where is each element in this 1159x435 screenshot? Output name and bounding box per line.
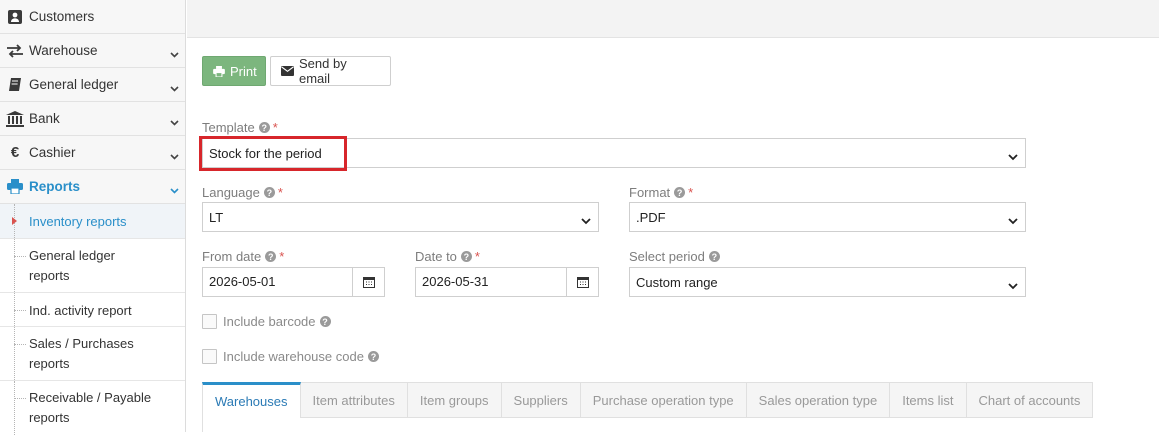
include-barcode-label: Include barcode: [223, 314, 316, 329]
tab-suppliers[interactable]: Suppliers: [501, 382, 581, 418]
required-marker: *: [688, 185, 694, 200]
sidebar-item-label: Bank: [29, 111, 60, 126]
sidebar-subitem-label: General ledger reports: [29, 248, 115, 283]
help-icon[interactable]: ?: [460, 251, 472, 262]
print-button[interactable]: Print: [202, 56, 266, 86]
printer-icon: [5, 178, 25, 196]
sidebar-item-label: General ledger: [29, 77, 119, 92]
from-date-input[interactable]: 2026-05-01: [202, 267, 385, 297]
user-card-icon: [5, 8, 25, 26]
format-select[interactable]: .PDF: [629, 202, 1026, 232]
required-marker: *: [279, 249, 285, 264]
calendar-icon[interactable]: [566, 268, 598, 296]
printer-icon: [213, 65, 225, 77]
chevron-down-icon: [1008, 149, 1018, 164]
highlight-box: [199, 136, 347, 171]
checkbox-box[interactable]: [202, 314, 217, 329]
sidebar-item-label: Customers: [29, 9, 95, 24]
template-label: Template ? *: [202, 120, 278, 135]
required-marker: *: [277, 185, 283, 200]
envelope-icon: [281, 66, 294, 76]
sidebar-subitem-receivable-payable-reports[interactable]: Receivable / Payable reports: [0, 381, 185, 435]
help-icon[interactable]: ?: [258, 122, 270, 133]
send-by-email-label: Send by email: [299, 56, 347, 86]
required-marker: *: [474, 249, 480, 264]
help-icon[interactable]: ?: [674, 187, 686, 198]
sidebar-subitem-sales-purchases-reports[interactable]: Sales / Purchases reports: [0, 327, 185, 381]
sidebar-subitem-inventory-reports[interactable]: Inventory reports: [0, 204, 185, 239]
select-period-value: Custom range: [636, 274, 718, 290]
tab-chart-of-accounts[interactable]: Chart of accounts: [966, 382, 1094, 418]
filter-tabs: Warehouses Item attributes Item groups S…: [202, 382, 1094, 418]
checkbox-box[interactable]: [202, 349, 217, 364]
sidebar-item-label: Warehouse: [29, 43, 98, 58]
tab-item-attributes[interactable]: Item attributes: [300, 382, 408, 418]
format-value: .PDF: [636, 209, 666, 225]
include-warehouse-code-checkbox[interactable]: Include warehouse code ?: [202, 349, 379, 364]
sidebar-subitem-ind-activity-report[interactable]: Ind. activity report: [0, 293, 185, 327]
tab-sales-operation-type[interactable]: Sales operation type: [746, 382, 891, 418]
chevron-down-icon: [170, 182, 179, 197]
from-date-label: From date ? *: [202, 249, 285, 264]
bank-icon: [5, 110, 25, 128]
help-icon[interactable]: ?: [367, 351, 379, 362]
sidebar-subitem-label: Sales / Purchases reports: [29, 336, 134, 371]
sidebar-subitem-general-ledger-reports[interactable]: General ledger reports: [0, 239, 185, 293]
sidebar: Customers Warehouse General ledger Bank …: [0, 0, 186, 435]
required-marker: *: [272, 120, 278, 135]
help-icon[interactable]: ?: [319, 316, 331, 327]
sidebar-subitem-label: Ind. activity report: [29, 303, 132, 318]
tab-purchase-operation-type[interactable]: Purchase operation type: [580, 382, 747, 418]
chevron-down-icon: [581, 213, 591, 228]
tab-panel: [202, 418, 1159, 432]
include-warehouse-code-label: Include warehouse code: [223, 349, 364, 364]
help-icon[interactable]: ?: [265, 251, 277, 262]
current-marker-icon: [12, 217, 17, 225]
book-icon: [5, 76, 25, 94]
select-period-label: Select period ?: [629, 249, 720, 264]
sidebar-item-general-ledger[interactable]: General ledger: [0, 68, 185, 102]
sidebar-item-bank[interactable]: Bank: [0, 102, 185, 136]
chevron-down-icon: [170, 148, 179, 163]
language-select[interactable]: LT: [202, 202, 599, 232]
help-icon[interactable]: ?: [708, 251, 720, 262]
include-barcode-checkbox[interactable]: Include barcode ?: [202, 314, 331, 329]
help-icon[interactable]: ?: [263, 187, 275, 198]
sidebar-item-label: Cashier: [29, 145, 76, 160]
euro-icon: €: [10, 144, 20, 161]
chevron-down-icon: [1008, 213, 1018, 228]
chevron-down-icon: [170, 114, 179, 129]
chevron-down-icon: [1008, 278, 1018, 293]
sidebar-subitem-label: Receivable / Payable reports: [29, 390, 152, 425]
calendar-icon[interactable]: [352, 268, 384, 296]
format-label: Format ? *: [629, 185, 694, 200]
sidebar-item-customers[interactable]: Customers: [0, 0, 185, 34]
date-to-label: Date to ? *: [415, 249, 480, 264]
sidebar-item-warehouse[interactable]: Warehouse: [0, 34, 185, 68]
from-date-value: 2026-05-01: [209, 274, 276, 289]
tab-warehouses[interactable]: Warehouses: [202, 382, 301, 418]
language-value: LT: [209, 209, 224, 225]
chevron-down-icon: [170, 46, 179, 61]
language-label: Language ? *: [202, 185, 283, 200]
top-bar: [187, 0, 1159, 38]
print-label: Print: [230, 63, 257, 79]
tab-item-groups[interactable]: Item groups: [407, 382, 502, 418]
sidebar-item-cashier[interactable]: € Cashier: [0, 136, 185, 170]
date-to-value: 2026-05-31: [422, 274, 489, 289]
transfer-arrows-icon: [5, 42, 25, 60]
select-period-select[interactable]: Custom range: [629, 267, 1026, 297]
chevron-down-icon: [170, 80, 179, 95]
sidebar-item-label: Reports: [29, 179, 81, 194]
sidebar-subitem-label: Inventory reports: [29, 214, 127, 229]
send-by-email-button[interactable]: Send by email: [270, 56, 391, 86]
sidebar-item-reports[interactable]: Reports: [0, 170, 185, 204]
tab-items-list[interactable]: Items list: [890, 382, 967, 418]
date-to-input[interactable]: 2026-05-31: [415, 267, 599, 297]
